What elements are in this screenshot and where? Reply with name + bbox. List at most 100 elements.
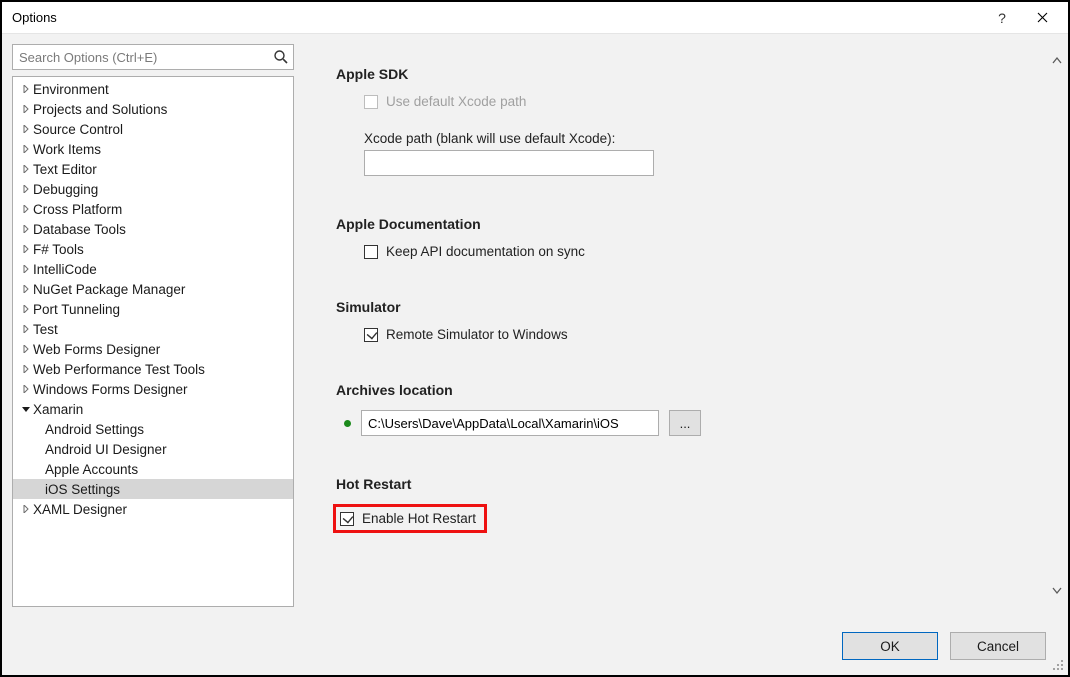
tree-item[interactable]: IntelliCode	[13, 259, 293, 279]
left-column: Environment Projects and Solutions Source …	[2, 34, 302, 617]
row-xcode-path-label: Xcode path (blank will use default Xcode…	[364, 131, 1034, 146]
tree-item-label: XAML Designer	[33, 502, 127, 517]
caret-right-icon	[21, 245, 31, 253]
caret-right-icon	[21, 225, 31, 233]
titlebar: Options ?	[2, 2, 1068, 34]
tree-item-label: Database Tools	[33, 222, 126, 237]
tree-item-label: Cross Platform	[33, 202, 122, 217]
tree-item[interactable]: iOS Settings	[13, 479, 293, 499]
tree-item[interactable]: Text Editor	[13, 159, 293, 179]
tree-item[interactable]: Source Control	[13, 119, 293, 139]
row-archives-path: ...	[344, 410, 1034, 436]
tree-item-label: Port Tunneling	[33, 302, 120, 317]
caret-right-icon	[21, 145, 31, 153]
caret-right-icon	[21, 85, 31, 93]
tree-item-label: Text Editor	[33, 162, 97, 177]
cancel-button[interactable]: Cancel	[950, 632, 1046, 660]
tree-item-label: Web Forms Designer	[33, 342, 160, 357]
caret-right-icon	[21, 505, 31, 513]
tree-item[interactable]: Xamarin	[13, 399, 293, 419]
caret-right-icon	[21, 185, 31, 193]
window-title: Options	[12, 10, 982, 25]
label-enable-hot-restart: Enable Hot Restart	[362, 511, 476, 526]
search-input[interactable]	[12, 44, 294, 70]
tree-item-label: IntelliCode	[33, 262, 97, 277]
close-icon	[1037, 12, 1048, 23]
browse-button[interactable]: ...	[669, 410, 701, 436]
section-archives: Archives location ...	[336, 382, 1034, 436]
section-simulator: Simulator Remote Simulator to Windows	[336, 299, 1034, 342]
settings-panel: Apple SDK Use default Xcode path Xcode p…	[302, 34, 1068, 617]
tree-item[interactable]: XAML Designer	[13, 499, 293, 519]
caret-right-icon	[21, 365, 31, 373]
tree-item-label: Work Items	[33, 142, 101, 157]
close-button[interactable]	[1022, 4, 1062, 32]
tree-item[interactable]: Android Settings	[13, 419, 293, 439]
scrollbar[interactable]	[1052, 70, 1062, 581]
caret-right-icon	[21, 285, 31, 293]
input-archives-path[interactable]	[361, 410, 659, 436]
caret-right-icon	[21, 165, 31, 173]
tree-item[interactable]: Environment	[13, 79, 293, 99]
label-use-default-xcode: Use default Xcode path	[386, 94, 526, 109]
tree-item-label: Debugging	[33, 182, 98, 197]
tree-item[interactable]: F# Tools	[13, 239, 293, 259]
caret-down-icon	[21, 405, 31, 413]
tree-item-label: Windows Forms Designer	[33, 382, 188, 397]
scroll-down-icon	[1052, 585, 1062, 595]
checkbox-enable-hot-restart[interactable]	[340, 512, 354, 526]
tree-item-label: Environment	[33, 82, 109, 97]
tree-item[interactable]: Work Items	[13, 139, 293, 159]
tree-item[interactable]: Port Tunneling	[13, 299, 293, 319]
tree-item-label: Xamarin	[33, 402, 83, 417]
tree-item-label: F# Tools	[33, 242, 84, 257]
ok-button[interactable]: OK	[842, 632, 938, 660]
tree-item-label: Projects and Solutions	[33, 102, 167, 117]
tree-item-label: Apple Accounts	[45, 462, 138, 477]
caret-right-icon	[21, 385, 31, 393]
section-apple-sdk: Apple SDK Use default Xcode path Xcode p…	[336, 66, 1034, 176]
heading-archives: Archives location	[336, 382, 1034, 398]
checkbox-use-default-xcode[interactable]	[364, 95, 378, 109]
heading-hot-restart: Hot Restart	[336, 476, 1034, 492]
tree-item[interactable]: Android UI Designer	[13, 439, 293, 459]
resize-grip-icon[interactable]	[1052, 659, 1064, 671]
label-remote-simulator: Remote Simulator to Windows	[386, 327, 568, 342]
row-xcode-path-input	[364, 150, 1034, 176]
highlight-box: Enable Hot Restart	[333, 504, 487, 533]
tree-item[interactable]: Apple Accounts	[13, 459, 293, 479]
caret-right-icon	[21, 305, 31, 313]
caret-right-icon	[21, 345, 31, 353]
tree-item[interactable]: Web Performance Test Tools	[13, 359, 293, 379]
caret-right-icon	[21, 265, 31, 273]
heading-apple-sdk: Apple SDK	[336, 66, 1034, 82]
heading-simulator: Simulator	[336, 299, 1034, 315]
row-use-default-xcode[interactable]: Use default Xcode path	[364, 94, 1034, 109]
tree-item[interactable]: Cross Platform	[13, 199, 293, 219]
heading-apple-doc: Apple Documentation	[336, 216, 1034, 232]
status-dot-icon	[344, 420, 351, 427]
tree-item[interactable]: NuGet Package Manager	[13, 279, 293, 299]
options-dialog: Options ? Environment Projects and Soluti…	[0, 0, 1070, 677]
tree-item-label: iOS Settings	[45, 482, 120, 497]
tree-item-label: NuGet Package Manager	[33, 282, 185, 297]
tree-item-label: Android Settings	[45, 422, 144, 437]
dialog-footer: OK Cancel	[2, 617, 1068, 675]
input-xcode-path[interactable]	[364, 150, 654, 176]
tree-item[interactable]: Debugging	[13, 179, 293, 199]
dialog-body: Environment Projects and Solutions Source …	[2, 34, 1068, 675]
checkbox-remote-simulator[interactable]	[364, 328, 378, 342]
checkbox-keep-sync[interactable]	[364, 245, 378, 259]
caret-right-icon	[21, 205, 31, 213]
options-tree[interactable]: Environment Projects and Solutions Source …	[12, 76, 294, 607]
help-button[interactable]: ?	[982, 4, 1022, 32]
tree-item[interactable]: Database Tools	[13, 219, 293, 239]
row-remote-simulator[interactable]: Remote Simulator to Windows	[364, 327, 1034, 342]
row-keep-sync[interactable]: Keep API documentation on sync	[364, 244, 1034, 259]
tree-item[interactable]: Projects and Solutions	[13, 99, 293, 119]
search-icon	[273, 49, 289, 65]
tree-item[interactable]: Windows Forms Designer	[13, 379, 293, 399]
caret-right-icon	[21, 105, 31, 113]
tree-item[interactable]: Test	[13, 319, 293, 339]
tree-item[interactable]: Web Forms Designer	[13, 339, 293, 359]
